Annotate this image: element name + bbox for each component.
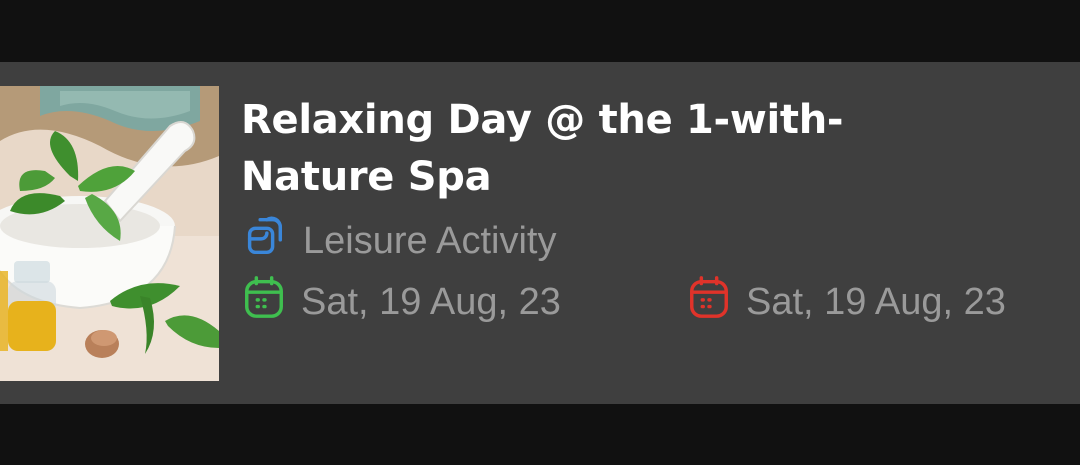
start-date-row: Sat, 19 Aug, 23 (241, 274, 561, 330)
end-date-row: Sat, 19 Aug, 23 (686, 274, 1006, 330)
calendar-icon (241, 274, 287, 330)
copy-icon (241, 213, 287, 269)
calendar-icon (686, 274, 732, 330)
event-title: Relaxing Day @ the 1-with-Nature Spa (241, 97, 844, 200)
start-date: Sat, 19 Aug, 23 (301, 280, 561, 323)
event-thumbnail (0, 86, 219, 381)
end-date: Sat, 19 Aug, 23 (746, 280, 1006, 323)
category-label: Leisure Activity (303, 219, 557, 262)
category-row: Leisure Activity (241, 213, 556, 269)
event-card[interactable]: Relaxing Day @ the 1-with-Nature Spa Lei… (0, 62, 1080, 404)
